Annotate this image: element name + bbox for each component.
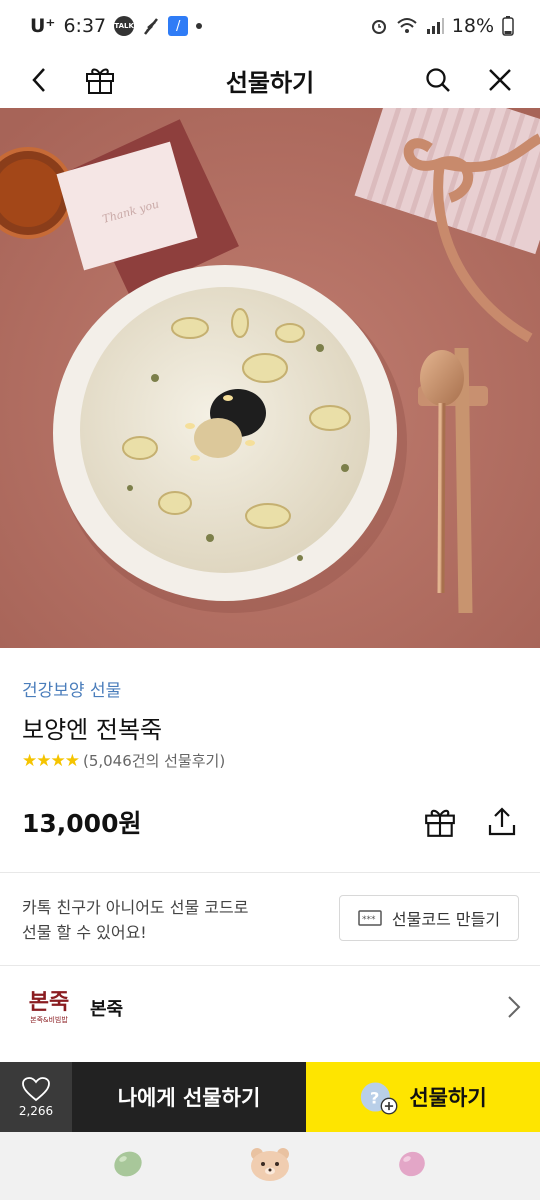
- select-friend-icon: ?: [361, 1082, 398, 1115]
- gift-code-description-line1: 카톡 친구가 아니어도 선물 코드로: [22, 898, 249, 917]
- pink-jelly-icon: [399, 1151, 426, 1177]
- white-sesame: [194, 418, 242, 458]
- spoon-head: [420, 350, 464, 406]
- review-count: (5,046건의 선물후기): [82, 752, 226, 770]
- gift-icon: [86, 68, 114, 94]
- action-bar: 2,266 나에게 선물하기 ? 선물하기: [0, 1062, 540, 1132]
- more-notifications-dot: [196, 23, 203, 29]
- search-icon: [426, 68, 450, 92]
- gift-code-description: 카톡 친구가 아니어도 선물 코드로 선물 할 수 있어요!: [22, 895, 312, 945]
- brand-name: 본죽: [90, 999, 124, 1020]
- battery-level: 18%: [451, 15, 494, 37]
- create-gift-code-label: 선물코드 만들기: [391, 910, 501, 929]
- app-notification-icon: /: [168, 16, 189, 36]
- share-icon: [488, 807, 516, 836]
- talk-notification-icon: TALK: [114, 16, 135, 36]
- nav-item-wish[interactable]: [396, 1149, 428, 1183]
- ticket-icon: ** *: [358, 910, 382, 926]
- brand-logo: 본죽 본죽&비빔밥: [22, 987, 76, 1029]
- brand-logo-sub: 본죽&비빔밥: [30, 1016, 68, 1024]
- signal-icon: [426, 18, 444, 34]
- battery-icon: [502, 16, 514, 36]
- product-price: 13,000원: [22, 809, 142, 838]
- nav-item-recent[interactable]: [112, 1149, 144, 1183]
- spoon-handle: [437, 402, 446, 594]
- green-jelly-icon: [113, 1151, 142, 1177]
- svg-text:?: ?: [370, 1088, 380, 1107]
- rating-stars: ★★★★: [22, 750, 80, 771]
- send-gift-button[interactable]: ? 선물하기: [306, 1062, 540, 1132]
- chevron-right-icon: [508, 996, 521, 1018]
- divider: [0, 872, 540, 873]
- gift-wish-button[interactable]: [418, 800, 462, 844]
- product-category[interactable]: 건강보양 선물: [22, 676, 121, 701]
- gift-code-description-line2: 선물 할 수 있어요!: [22, 923, 147, 942]
- svg-text:*: *: [371, 915, 376, 925]
- clock: 6:37: [63, 15, 107, 37]
- chevron-left-icon: [32, 68, 45, 92]
- bottom-nav: [0, 1132, 540, 1200]
- gift-to-myself-label: 나에게 선물하기: [117, 1086, 261, 1110]
- send-gift-label: 선물하기: [409, 1086, 487, 1110]
- product-name: 보양엔 전복죽: [22, 716, 163, 744]
- back-button[interactable]: [18, 58, 62, 102]
- bear-icon: [250, 1148, 289, 1181]
- wifi-icon: [397, 18, 417, 33]
- brand-row[interactable]: 본죽 본죽&비빔밥 본죽: [0, 966, 540, 1050]
- gift-to-myself-button[interactable]: 나에게 선물하기: [72, 1062, 306, 1132]
- feather-notification-icon: [144, 18, 159, 35]
- like-button[interactable]: 2,266: [0, 1062, 72, 1132]
- app-header: 선물하기: [0, 52, 540, 108]
- product-image[interactable]: Thank you: [0, 108, 540, 648]
- product-photo: Thank you: [0, 108, 540, 648]
- carrier-label: U⁺: [30, 15, 56, 37]
- close-button[interactable]: [478, 58, 522, 102]
- status-bar: U⁺ 6:37 TALK / 18%: [0, 0, 540, 52]
- search-button[interactable]: [416, 58, 460, 102]
- nav-item-home[interactable]: [247, 1145, 293, 1187]
- like-count: 2,266: [18, 1104, 54, 1118]
- create-gift-code-button[interactable]: ** * 선물코드 만들기: [339, 895, 519, 941]
- gift-icon: [425, 809, 455, 837]
- alarm-icon: [371, 20, 386, 34]
- gift-home-button[interactable]: [78, 58, 122, 102]
- rating[interactable]: ★★★★ (5,046건의 선물후기): [22, 750, 225, 771]
- close-icon: [489, 69, 511, 91]
- brand-logo-main: 본죽: [28, 989, 70, 1015]
- heart-icon: [22, 1077, 50, 1102]
- page-title: 선물하기: [225, 68, 315, 97]
- share-button[interactable]: [480, 800, 524, 844]
